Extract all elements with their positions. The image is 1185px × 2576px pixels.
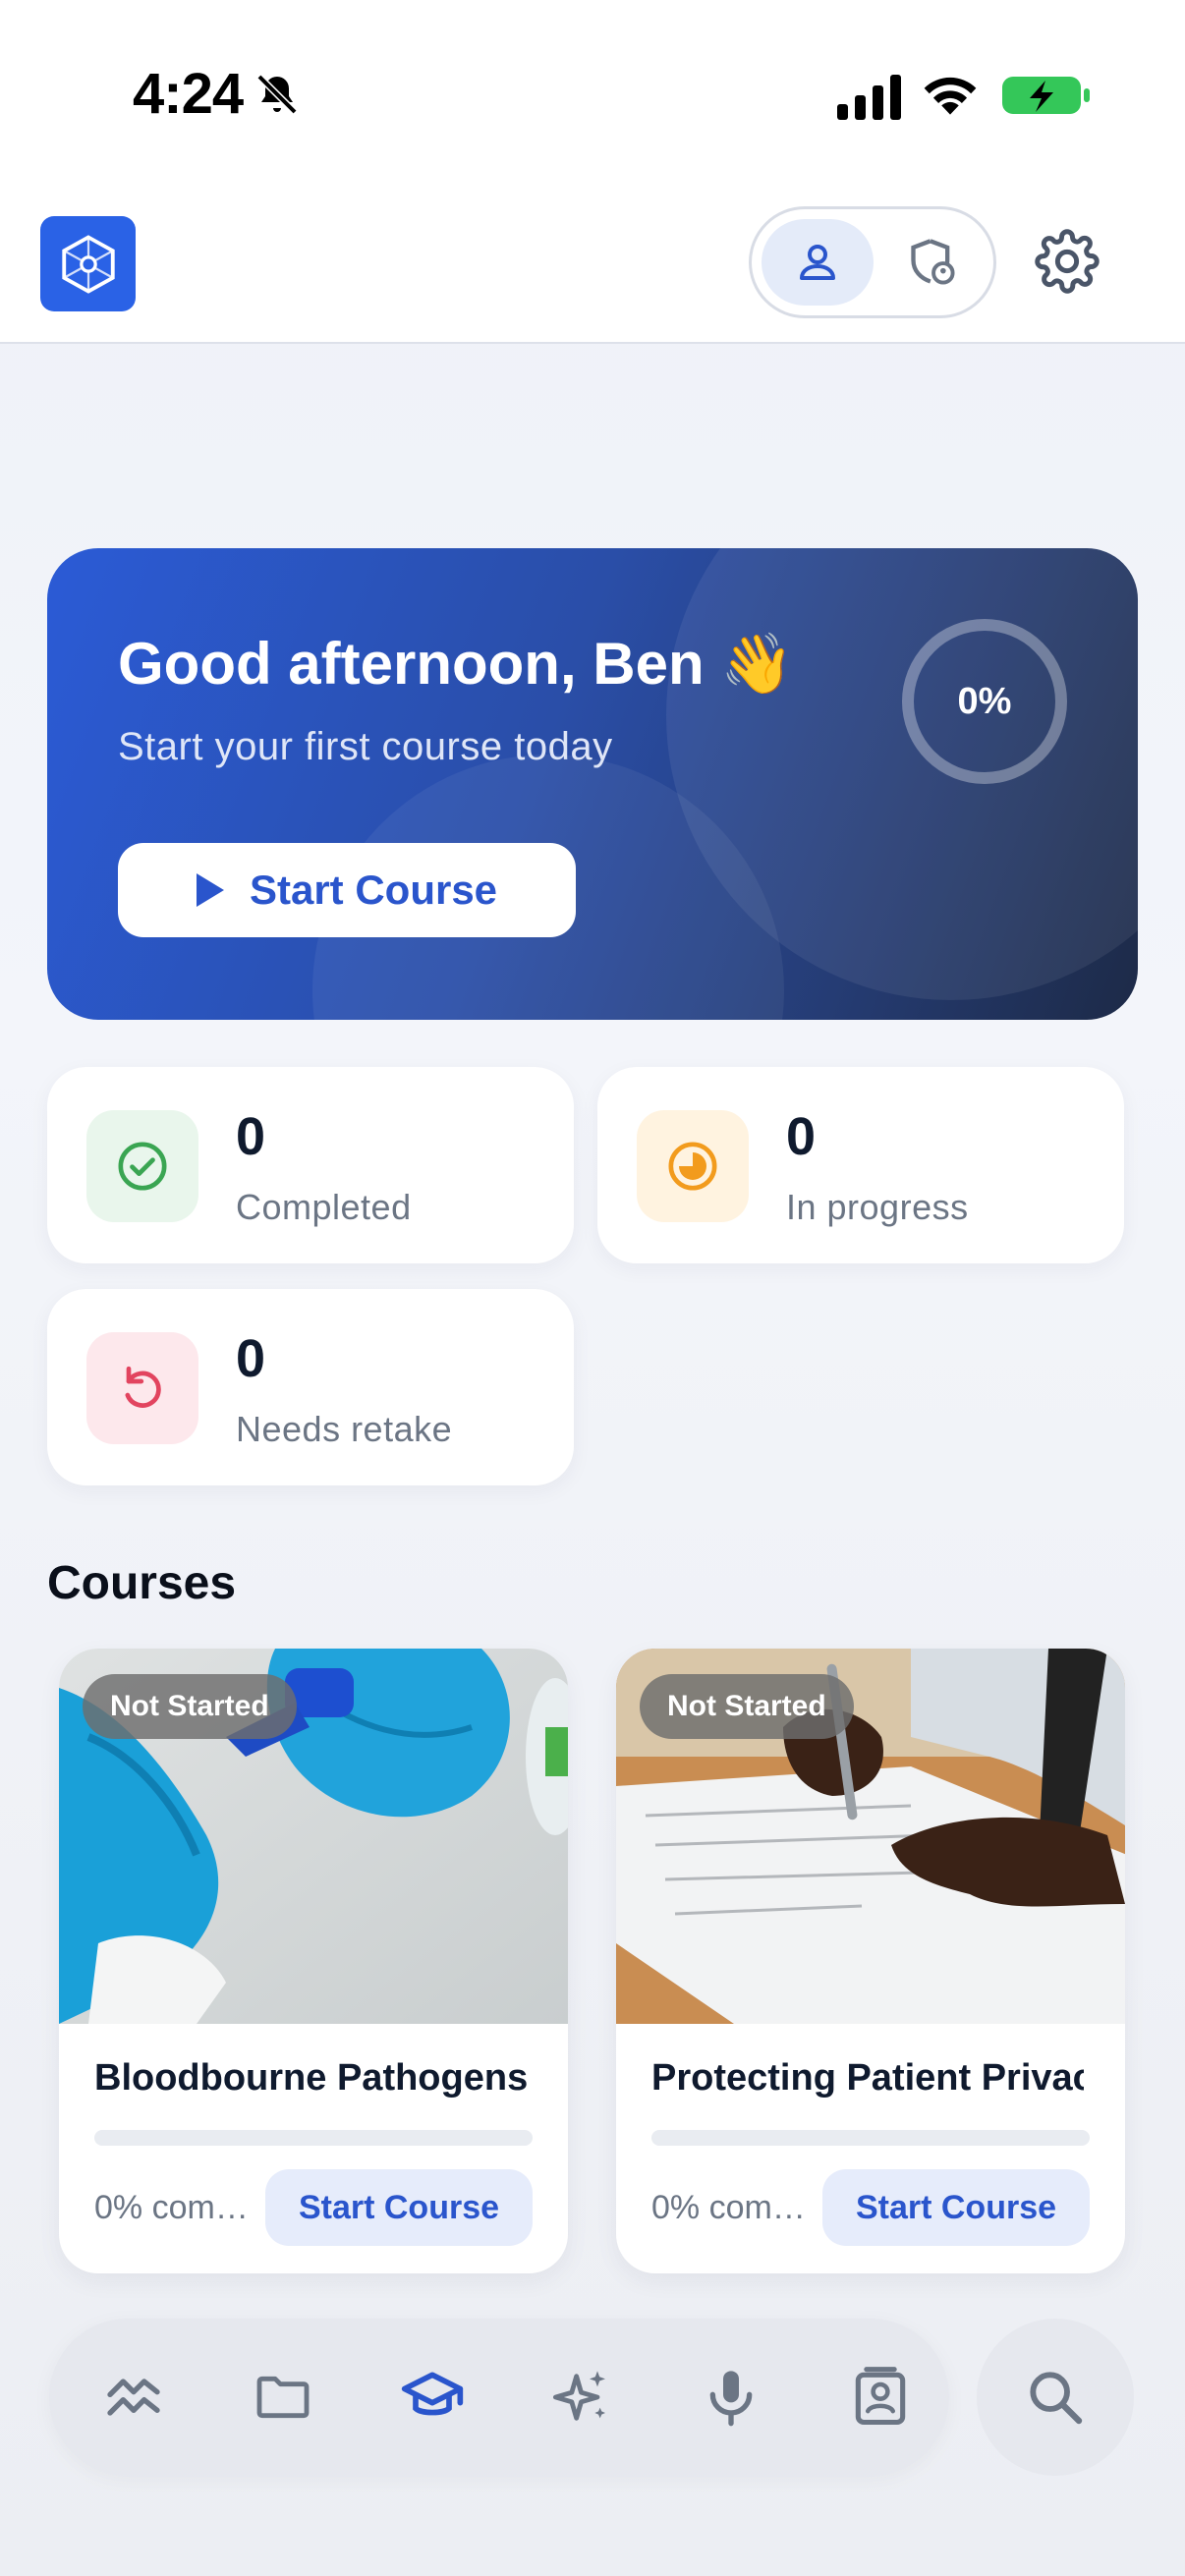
course-progress-text: 0% completed [94,2189,261,2226]
activity-icon [107,2379,160,2416]
course-start-button[interactable]: Start Course [822,2169,1090,2246]
wifi-icon [924,77,977,115]
status-time: 4:24 [133,62,244,126]
nav-activity[interactable] [92,2356,175,2438]
hero-banner: Good afternoon, Ben 👋 Start your first c… [47,548,1138,1020]
course-card-bloodbourne[interactable]: Not Started Bloodbourne Pathogens Traini… [59,1649,568,2273]
courses-section-title: Courses [47,1557,237,1609]
nav-ai[interactable] [540,2356,623,2438]
search-button[interactable] [977,2319,1134,2476]
overall-progress-label: 0% [957,680,1012,722]
mode-user-button[interactable] [762,219,874,306]
nav-voice[interactable] [690,2356,772,2438]
bottom-nav [49,2319,949,2476]
stat-icon-bg [637,1110,749,1222]
battery-charging-icon [1002,77,1090,114]
check-circle-icon [118,1142,167,1191]
course-progress-bar [651,2130,1090,2146]
stat-label: In progress [786,1187,969,1227]
course-start-button[interactable]: Start Course [265,2169,533,2246]
course-card-patient-privacy[interactable]: Not Started Protecting Patient Privacy 0… [616,1649,1125,2273]
app-logo[interactable] [40,216,136,311]
clock-half-icon [668,1142,717,1191]
stat-value: 0 [786,1107,817,1166]
nav-files[interactable] [242,2356,324,2438]
course-progress-text: 0% completed [651,2189,818,2226]
stat-card-completed[interactable]: 0 Completed [47,1067,574,1263]
settings-button[interactable] [1032,226,1102,297]
course-title: Protecting Patient Privacy [651,2057,1084,2099]
status-bar: 4:24 [0,0,1185,187]
cellular-signal-icon [837,75,901,120]
stat-card-in-progress[interactable]: 0 In progress [597,1067,1124,1263]
shield-user-icon [911,239,955,285]
play-icon [196,873,224,907]
status-badge: Not Started [640,1674,854,1739]
stat-card-needs-retake[interactable]: 0 Needs retake [47,1289,574,1485]
stat-icon-bg [86,1110,198,1222]
user-icon [800,245,835,280]
hexagon-logo-icon [61,234,115,294]
retry-icon [125,1366,161,1408]
gear-icon [1035,229,1100,294]
hero-start-course-button[interactable]: Start Course [118,843,576,937]
search-icon [1030,2372,1083,2425]
folder-icon [256,2376,310,2419]
stat-label: Completed [236,1187,412,1227]
hero-button-label: Start Course [249,867,498,913]
top-app-bar [0,187,1185,344]
mode-toggle [749,206,996,318]
overall-progress-ring: 0% [902,619,1067,784]
stat-value: 0 [236,1107,266,1166]
course-title: Bloodbourne Pathogens Training [94,2057,527,2099]
hero-greeting: Good afternoon, Ben 👋 [118,631,795,697]
contacts-icon [855,2367,906,2426]
nav-contacts[interactable] [839,2356,922,2438]
hero-subtitle: Start your first course today [118,725,613,768]
microphone-icon [709,2371,753,2427]
mode-admin-button[interactable] [879,219,986,306]
graduation-cap-icon [401,2372,464,2416]
status-badge: Not Started [83,1674,297,1739]
sparkles-icon [552,2371,605,2421]
stat-value: 0 [236,1329,266,1388]
stat-label: Needs retake [236,1409,453,1449]
stat-icon-bg [86,1332,198,1444]
bell-muted-icon [256,74,298,115]
course-progress-bar [94,2130,533,2146]
nav-courses[interactable] [391,2356,474,2438]
